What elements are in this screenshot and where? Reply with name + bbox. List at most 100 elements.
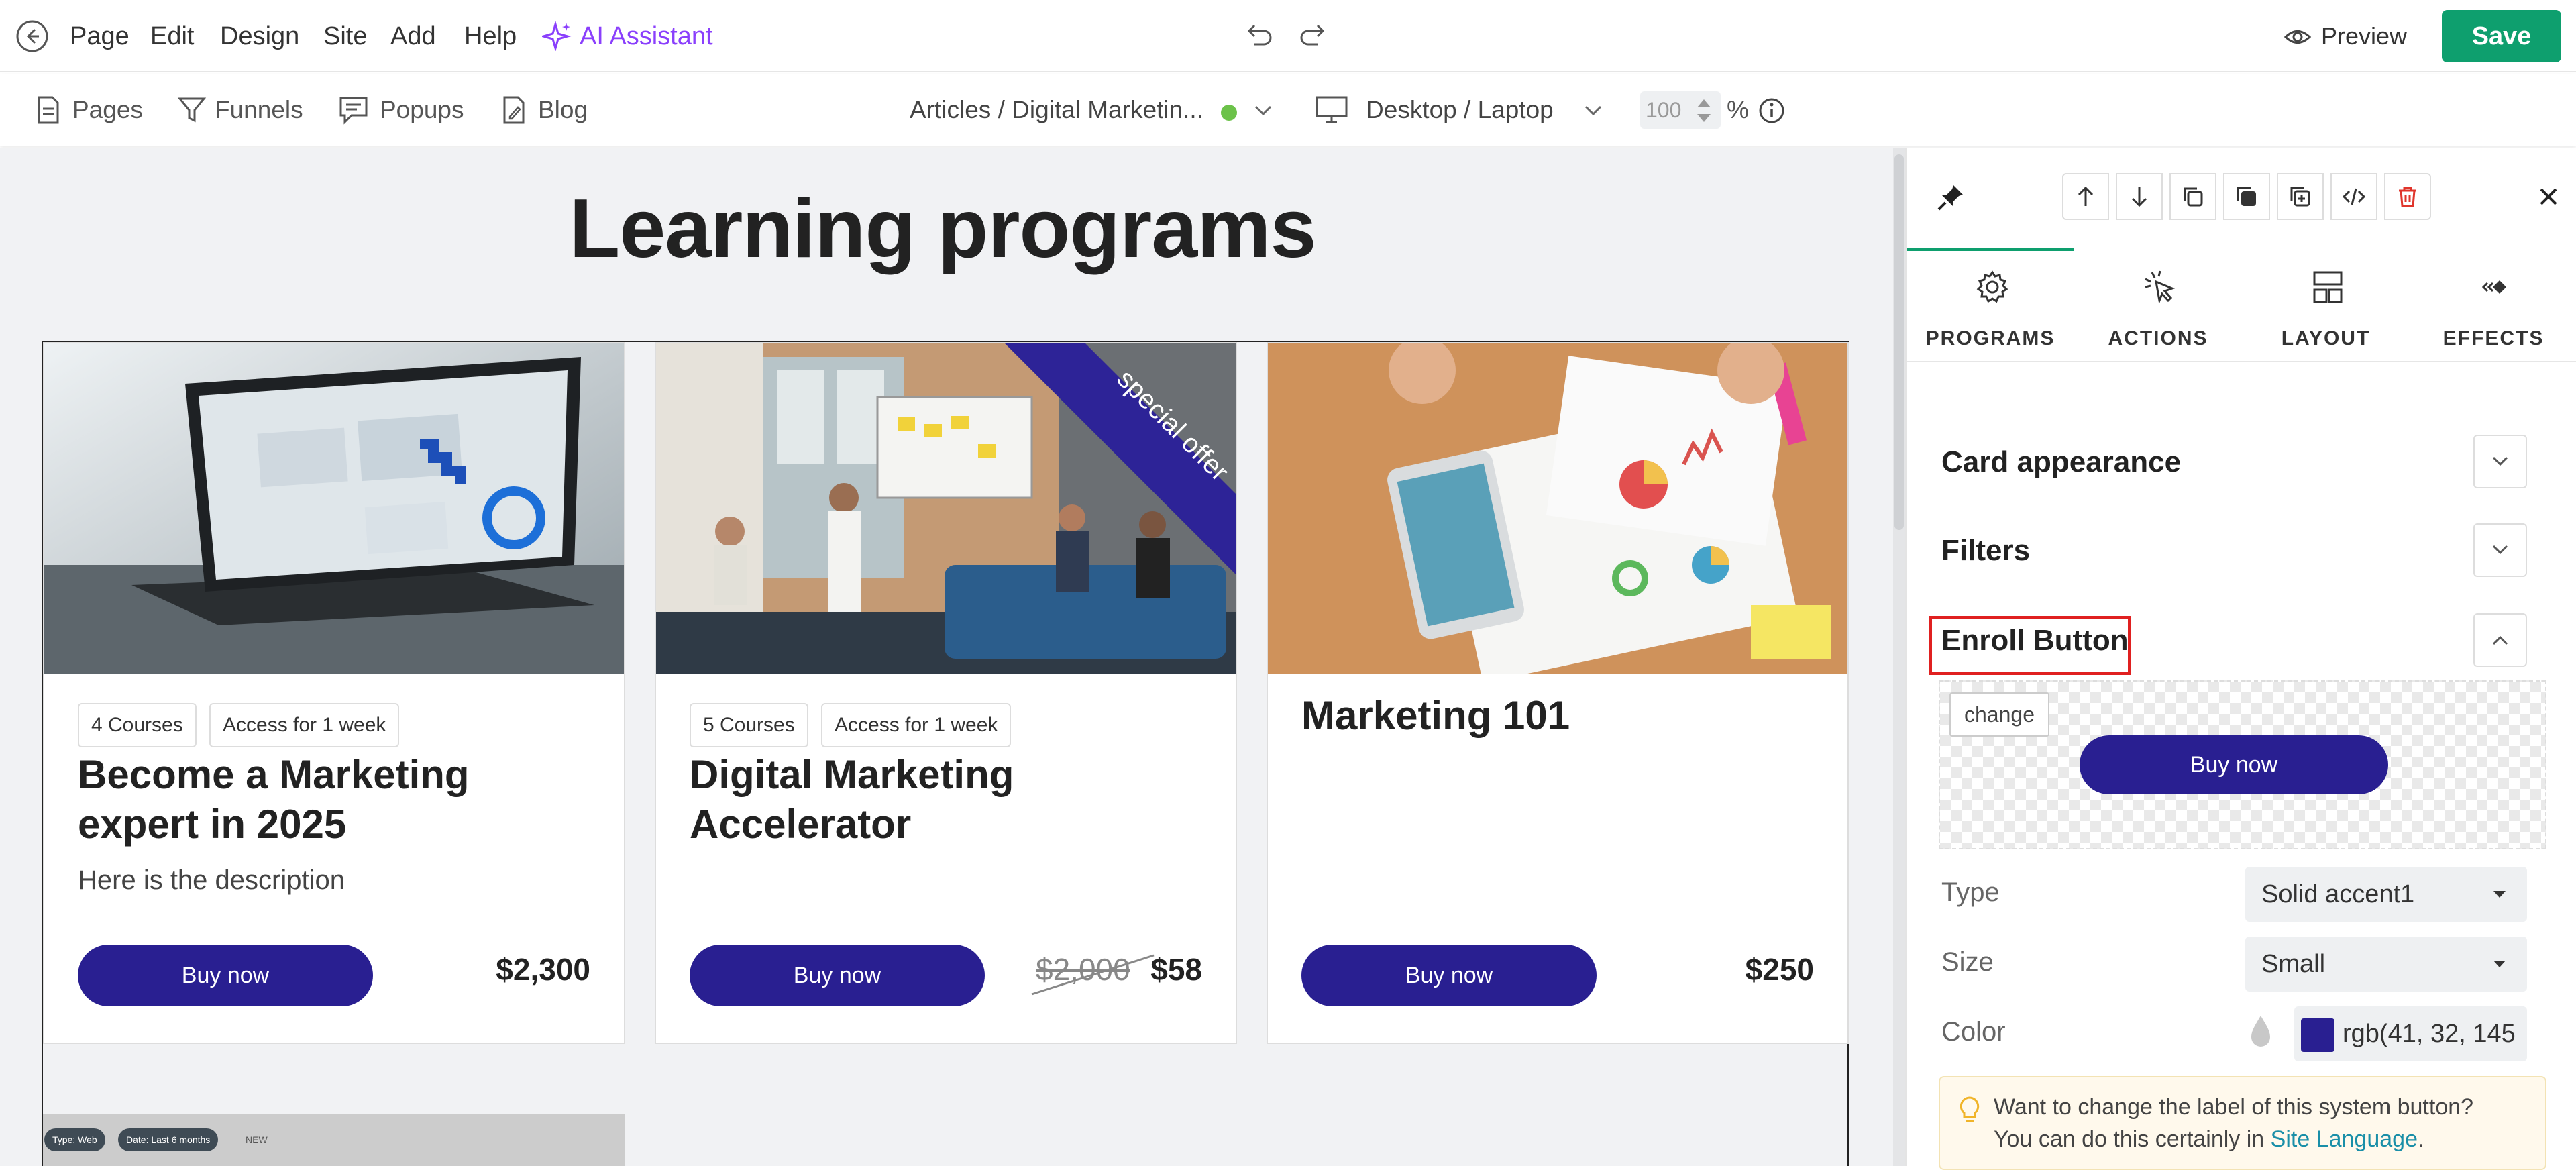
change-button[interactable]: change <box>1949 692 2049 737</box>
save-button[interactable]: Save <box>2442 10 2561 62</box>
card-title[interactable]: Marketing 101 <box>1301 691 1825 741</box>
info-line-2: You can do this certainly in Site Langua… <box>1994 1123 2545 1155</box>
undo-icon[interactable] <box>1244 20 1275 51</box>
copy-icon[interactable] <box>2169 173 2216 220</box>
layout-icon <box>2309 268 2347 306</box>
device-selector[interactable]: Desktop / Laptop <box>1366 93 1554 127</box>
move-down-icon[interactable] <box>2116 173 2163 220</box>
chevron-down-icon[interactable] <box>1253 103 1273 118</box>
menu-help[interactable]: Help <box>464 19 517 54</box>
menu-site[interactable]: Site <box>323 19 367 54</box>
tab-actions[interactable]: ACTIONS <box>2074 248 2242 362</box>
popup-icon <box>338 95 369 125</box>
program-card-partial[interactable]: Type: Web Date: Last 6 months NEW <box>43 1114 625 1166</box>
button-preview[interactable]: change Buy now <box>1939 680 2546 849</box>
tab-label: EFFECTS <box>2443 327 2544 350</box>
info-icon[interactable] <box>1758 97 1786 125</box>
programs-grid[interactable]: 4 Courses Access for 1 week Become a Mar… <box>42 341 1849 1166</box>
card-price: $250 <box>1745 952 1814 987</box>
card-title[interactable]: Digital Marketing Accelerator <box>690 750 1213 849</box>
tab-programs[interactable]: PROGRAMS <box>1907 248 2074 362</box>
scrollbar-thumb[interactable] <box>1894 154 1904 530</box>
nav-funnels[interactable]: Funnels <box>215 93 303 127</box>
sub-bar: Pages Funnels Popups Blog Articles / Dig… <box>0 74 2576 146</box>
size-select[interactable]: Small <box>2245 937 2527 992</box>
blog-icon <box>500 95 527 125</box>
info-text: You can do this certainly in <box>1994 1126 2265 1152</box>
card-description[interactable]: Here is the description <box>78 865 345 896</box>
section-enroll-button[interactable]: Enroll Button <box>1941 624 2129 657</box>
access-tag: Access for 1 week <box>209 703 400 747</box>
section-heading[interactable]: Learning programs <box>0 181 1885 276</box>
access-tag: Access for 1 week <box>821 703 1012 747</box>
meeting-image: special offer <box>656 343 1236 674</box>
properties-panel: PROGRAMS ACTIONS LAYOUT EFFECTS Card app… <box>1905 148 2576 1170</box>
menu-add[interactable]: Add <box>390 19 436 54</box>
droplet-icon[interactable] <box>2249 1013 2273 1049</box>
section-filters[interactable]: Filters <box>1941 534 2030 568</box>
move-up-icon[interactable] <box>2062 173 2109 220</box>
buy-now-button[interactable]: Buy now <box>78 945 373 1006</box>
menu-page[interactable]: Page <box>70 19 129 54</box>
ai-assistant-button[interactable]: AI Assistant <box>580 19 713 54</box>
type-label: Type <box>1941 877 2000 907</box>
buy-now-button[interactable]: Buy now <box>1301 945 1597 1006</box>
card-title[interactable]: Become a Marketing expert in 2025 <box>78 750 601 849</box>
type-value: Solid accent1 <box>2261 880 2415 908</box>
course-count-tag: 4 Courses <box>78 703 197 747</box>
editor-canvas[interactable]: Learning programs 4 Courses Access for 1… <box>0 148 1893 1166</box>
program-card[interactable]: special offer 5 Courses Access for 1 wee… <box>655 342 1237 1044</box>
site-language-link[interactable]: Site Language <box>2271 1126 2418 1152</box>
new-chip: NEW <box>246 1134 268 1145</box>
chevron-up-icon[interactable] <box>2473 613 2527 667</box>
duplicate-icon[interactable] <box>2277 173 2324 220</box>
zoom-unit: % <box>1727 96 1749 123</box>
filter-chip: Type: Web <box>44 1128 105 1151</box>
sparkle-icon <box>542 21 572 51</box>
eye-icon <box>2284 23 2312 51</box>
tab-layout[interactable]: LAYOUT <box>2242 248 2410 362</box>
chevron-down-icon[interactable] <box>2473 523 2527 577</box>
panel-toolbar <box>1907 148 2576 248</box>
pin-icon[interactable] <box>1936 182 1966 212</box>
card-price: $2,300 <box>496 952 590 987</box>
tab-effects[interactable]: EFFECTS <box>2410 248 2576 362</box>
effects-icon <box>2477 268 2514 306</box>
section-card-appearance[interactable]: Card appearance <box>1941 445 2181 479</box>
nav-pages[interactable]: Pages <box>72 93 143 127</box>
chevron-down-icon[interactable] <box>2473 435 2527 488</box>
stepper-icon[interactable] <box>1695 94 1713 127</box>
caret-down-icon <box>2493 891 2506 898</box>
close-icon[interactable] <box>2537 185 2560 208</box>
top-bar: Page Edit Design Site Add Help AI Assist… <box>0 0 2576 72</box>
program-card[interactable]: Marketing 101 Buy now $250 <box>1267 342 1849 1044</box>
preview-buy-button[interactable]: Buy now <box>2080 735 2388 794</box>
canvas-scrollbar[interactable] <box>1893 148 1905 1166</box>
tab-label: PROGRAMS <box>1925 327 2055 350</box>
program-card[interactable]: 4 Courses Access for 1 week Become a Mar… <box>43 342 625 1044</box>
page-icon <box>35 95 62 125</box>
status-dot <box>1221 105 1237 121</box>
menu-edit[interactable]: Edit <box>150 19 194 54</box>
color-value: rgb(41, 32, 145 <box>2343 1020 2516 1048</box>
delete-icon[interactable] <box>2384 173 2431 220</box>
paste-style-icon[interactable] <box>2223 173 2270 220</box>
strike-line <box>1031 954 1155 996</box>
nav-popups[interactable]: Popups <box>380 93 464 127</box>
color-swatch[interactable] <box>2301 1018 2334 1052</box>
code-icon[interactable] <box>2330 173 2377 220</box>
page-selector[interactable]: Articles / Digital Marketin... <box>910 93 1203 127</box>
size-value: Small <box>2261 950 2326 978</box>
buy-now-button[interactable]: Buy now <box>690 945 985 1006</box>
preview-button[interactable]: Preview <box>2321 19 2407 54</box>
card-price: $58 <box>1150 952 1202 987</box>
chevron-down-icon[interactable] <box>1583 103 1603 118</box>
redo-icon[interactable] <box>1297 20 1328 51</box>
back-icon[interactable] <box>15 19 50 54</box>
funnel-icon <box>177 95 207 125</box>
cursor-click-icon <box>2141 268 2179 306</box>
type-select[interactable]: Solid accent1 <box>2245 867 2527 922</box>
menu-design[interactable]: Design <box>220 19 299 54</box>
color-input[interactable]: rgb(41, 32, 145 <box>2294 1006 2527 1061</box>
nav-blog[interactable]: Blog <box>538 93 588 127</box>
